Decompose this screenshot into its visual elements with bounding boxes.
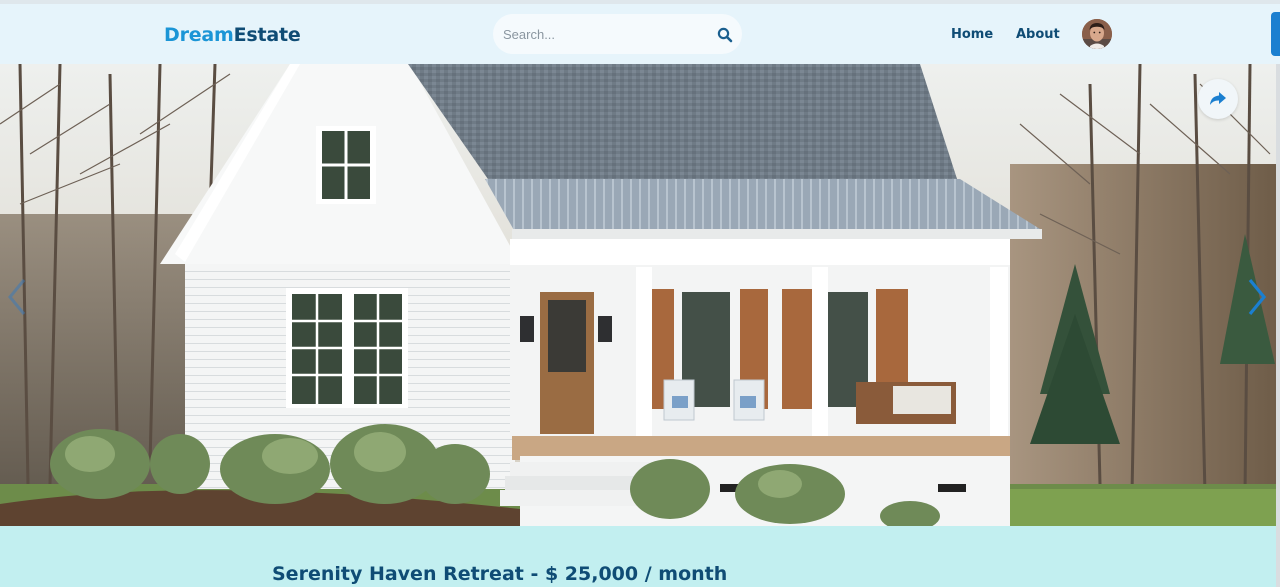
carousel-prev-button[interactable] [4, 274, 30, 320]
brand-name-part1: Dream [164, 24, 234, 46]
brand-logo[interactable]: DreamEstate [164, 24, 301, 46]
search-input[interactable] [503, 23, 703, 45]
user-avatar[interactable] [1082, 19, 1112, 49]
chevron-left-icon [8, 279, 26, 315]
search-bar [493, 14, 742, 54]
search-icon[interactable] [717, 27, 733, 43]
navbar: DreamEstate Home About [0, 4, 1280, 64]
nav-link-home[interactable]: Home [951, 27, 993, 42]
page-scrollbar[interactable] [1276, 64, 1280, 587]
side-tab[interactable] [1271, 12, 1280, 56]
property-photo [0, 64, 1280, 526]
chevron-right-icon [1248, 278, 1267, 316]
brand-name-part2: Estate [233, 24, 301, 46]
hero-carousel [0, 64, 1280, 526]
listing-title: Serenity Haven Retreat - $ 25,000 / mont… [272, 563, 728, 585]
nav-link-about[interactable]: About [1016, 27, 1060, 42]
carousel-next-button[interactable] [1244, 274, 1270, 320]
share-button[interactable] [1198, 79, 1238, 119]
share-icon [1210, 92, 1226, 105]
listing-details: Serenity Haven Retreat - $ 25,000 / mont… [0, 526, 1280, 587]
